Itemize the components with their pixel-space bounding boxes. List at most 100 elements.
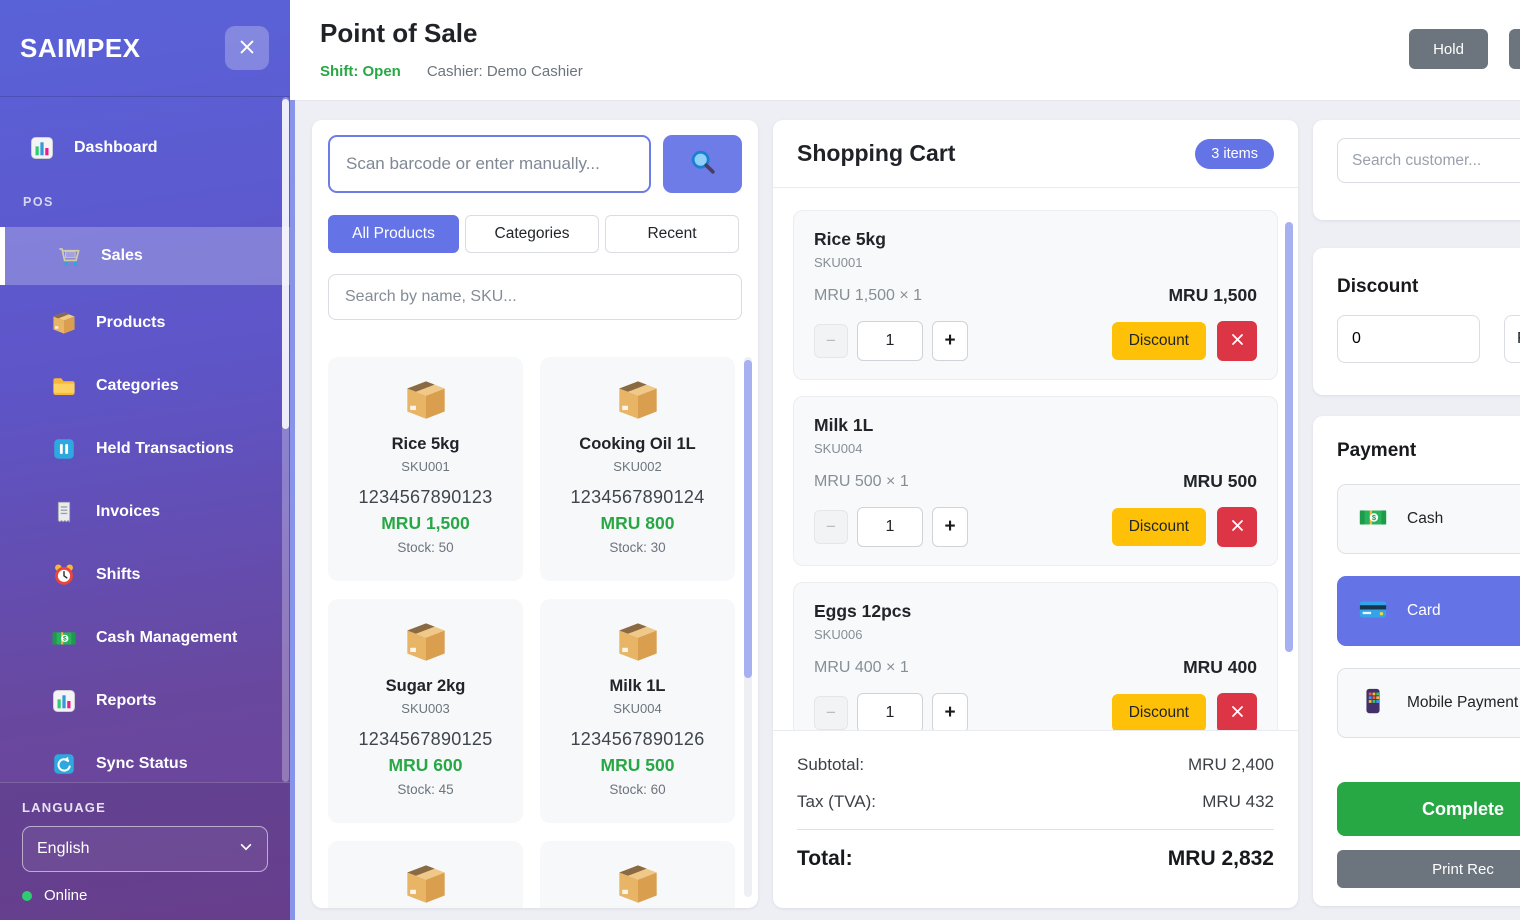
product-scrollbar-thumb[interactable] (744, 360, 752, 678)
product-stock: Stock: 45 (338, 782, 513, 797)
payment-option-label: Cash (1407, 510, 1443, 528)
product-stock: Stock: 50 (338, 540, 513, 555)
product-sku: SKU001 (338, 459, 513, 474)
print-receipt-button[interactable]: Print Rec (1337, 850, 1520, 888)
header-edge-button[interactable] (1509, 29, 1520, 69)
cart-items-badge: 3 items (1195, 139, 1274, 169)
product-search-input[interactable] (328, 274, 742, 320)
product-card-partial[interactable] (328, 841, 523, 908)
barcode-scan-row (328, 135, 742, 193)
subtotal-value: MRU 2,400 (1188, 755, 1274, 775)
cart-item-line: MRU 500 × 1 (814, 473, 909, 491)
totals-divider (797, 829, 1274, 830)
product-sku: SKU004 (550, 701, 725, 716)
content-scrollbar[interactable] (290, 100, 295, 920)
item-discount-button[interactable]: Discount (1112, 508, 1206, 546)
discount-title: Discount (1337, 276, 1520, 298)
tax-label: Tax (TVA): (797, 792, 876, 812)
quantity-input[interactable] (857, 693, 923, 730)
discount-amount-input[interactable] (1337, 315, 1480, 363)
cart-item-total: MRU 1,500 (1168, 285, 1257, 306)
item-discount-button[interactable]: Discount (1112, 322, 1206, 360)
package-icon (550, 861, 725, 907)
sidebar-item-sync-status[interactable]: Sync Status (0, 739, 290, 782)
package-icon (338, 619, 513, 665)
shift-status: Shift: Open (320, 63, 401, 80)
complete-sale-button[interactable]: Complete (1337, 782, 1520, 836)
product-price: MRU 600 (338, 755, 513, 776)
sidebar-close-button[interactable] (225, 26, 269, 70)
package-icon (550, 377, 725, 423)
online-status-dot (22, 891, 32, 901)
total-label: Total: (797, 847, 853, 871)
sidebar-item-cash-management[interactable]: $ Cash Management (0, 613, 290, 663)
product-barcode: 1234567890123 (338, 487, 513, 508)
sidebar-item-label: Reports (96, 692, 156, 710)
tab-all-products[interactable]: All Products (328, 215, 459, 253)
cart-items-list: Rice 5kg SKU001 MRU 1,500 × 1 MRU 1,500 … (773, 188, 1298, 730)
cart-scrollbar-thumb[interactable] (1285, 222, 1293, 652)
item-remove-button[interactable] (1217, 507, 1257, 547)
payment-option-label: Card (1407, 602, 1441, 620)
hold-button[interactable]: Hold (1409, 29, 1488, 69)
total-value: MRU 2,832 (1168, 847, 1274, 871)
sidebar-item-reports[interactable]: Reports (0, 676, 290, 726)
discount-card: Discount Fi (1313, 248, 1520, 395)
receipt-icon (50, 498, 78, 526)
quantity-increase-button[interactable]: + (932, 693, 968, 730)
language-value: English (37, 840, 89, 858)
sidebar-item-products[interactable]: Products (0, 298, 290, 348)
quantity-decrease-button[interactable]: − (814, 510, 848, 544)
online-status-label: Online (44, 887, 87, 904)
credit-card-icon (1358, 594, 1388, 629)
sidebar-item-categories[interactable]: Categories (0, 361, 290, 411)
payment-card: Payment $ Cash Card Mobile Payment Compl… (1313, 416, 1520, 906)
cart-item-name: Milk 1L (814, 415, 1257, 436)
product-card-partial[interactable] (540, 841, 735, 908)
product-card-cooking-oil[interactable]: Cooking Oil 1L SKU002 1234567890124 MRU … (540, 357, 735, 581)
payment-option-mobile[interactable]: Mobile Payment (1337, 668, 1520, 738)
tab-recent[interactable]: Recent (605, 215, 739, 253)
pos-screen: SAIMPEX Dashboard POS Sales (0, 0, 1520, 920)
language-select[interactable]: English (22, 826, 268, 872)
quantity-input[interactable] (857, 507, 923, 547)
product-card-rice[interactable]: Rice 5kg SKU001 1234567890123 MRU 1,500 … (328, 357, 523, 581)
product-card-milk[interactable]: Milk 1L SKU004 1234567890126 MRU 500 Sto… (540, 599, 735, 823)
cashier-label: Cashier: Demo Cashier (427, 63, 583, 80)
package-icon (50, 309, 78, 337)
barcode-search-button[interactable] (663, 135, 742, 193)
cart-header: Shopping Cart 3 items (773, 120, 1298, 188)
quantity-increase-button[interactable]: + (932, 507, 968, 547)
cart-item-name: Rice 5kg (814, 229, 1257, 250)
sidebar-item-dashboard[interactable]: Dashboard (0, 123, 290, 173)
sidebar-item-sales[interactable]: Sales (0, 227, 290, 285)
sidebar-item-label: Dashboard (74, 139, 158, 157)
bar-chart-icon (28, 134, 56, 162)
quantity-increase-button[interactable]: + (932, 321, 968, 361)
tab-categories[interactable]: Categories (465, 215, 599, 253)
quantity-decrease-button[interactable]: − (814, 324, 848, 358)
money-icon: $ (1358, 502, 1388, 537)
barcode-input[interactable] (328, 135, 651, 193)
item-discount-button[interactable]: Discount (1112, 694, 1206, 730)
sidebar-scrollbar-thumb[interactable] (282, 99, 289, 429)
item-remove-button[interactable] (1217, 321, 1257, 361)
quantity-decrease-button[interactable]: − (814, 696, 848, 730)
cart-item-total: MRU 500 (1183, 471, 1257, 492)
product-price: MRU 500 (550, 755, 725, 776)
item-remove-button[interactable] (1217, 693, 1257, 730)
product-name: Milk 1L (550, 677, 725, 696)
close-icon (1230, 518, 1245, 536)
sidebar-item-invoices[interactable]: Invoices (0, 487, 290, 537)
sidebar-item-shifts[interactable]: Shifts (0, 550, 290, 600)
discount-type-select[interactable]: Fi (1504, 315, 1520, 363)
product-card-sugar[interactable]: Sugar 2kg SKU003 1234567890125 MRU 600 S… (328, 599, 523, 823)
sidebar-item-held-transactions[interactable]: Held Transactions (0, 424, 290, 474)
quantity-input[interactable] (857, 321, 923, 361)
payment-option-card[interactable]: Card (1337, 576, 1520, 646)
product-name: Cooking Oil 1L (550, 435, 725, 454)
shopping-cart-icon (55, 242, 83, 270)
product-stock: Stock: 30 (550, 540, 725, 555)
payment-option-cash[interactable]: $ Cash (1337, 484, 1520, 554)
customer-search-input[interactable] (1337, 138, 1520, 183)
